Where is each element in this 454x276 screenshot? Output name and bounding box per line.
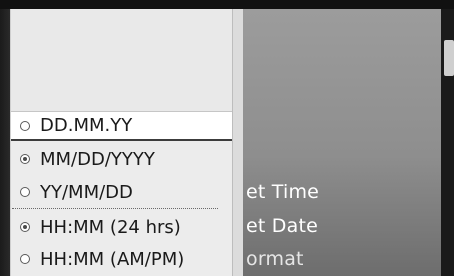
radio-filled-icon — [20, 154, 30, 164]
top-frame — [0, 0, 454, 9]
radio-empty-icon — [20, 254, 30, 264]
dropdown-item-hh-mm-ampm[interactable]: HH:MM (AM/PM) — [11, 244, 232, 274]
dropdown-item-label: DD.MM.YY — [40, 115, 133, 136]
dropdown-item-label: HH:MM (AM/PM) — [40, 248, 185, 270]
dropdown-item-label: MM/DD/YYYY — [40, 148, 155, 170]
dropdown-item-mm-dd-yyyy[interactable]: MM/DD/YYYY — [11, 144, 232, 174]
left-frame — [0, 9, 10, 276]
dropdown-scrollbar[interactable] — [232, 9, 243, 276]
dropdown-item-label: HH:MM (24 hrs) — [40, 216, 181, 238]
dropdown-item-hh-mm-24[interactable]: HH:MM (24 hrs) — [11, 212, 232, 242]
background-scrollbar-thumb[interactable] — [444, 40, 454, 76]
dropdown-item-label: YY/MM/DD — [40, 181, 133, 203]
bg-menu-item-set-time[interactable]: et Time — [246, 181, 319, 203]
bg-menu-item-set-date[interactable]: et Date — [246, 215, 318, 237]
radio-filled-icon — [20, 222, 30, 232]
dropdown-item-dd-mm-yy[interactable]: DD.MM.YY — [11, 111, 232, 141]
radio-empty-icon — [20, 120, 30, 131]
radio-empty-icon — [20, 187, 30, 197]
bg-menu-item-format[interactable]: ormat — [246, 248, 304, 270]
dropdown-separator — [12, 208, 218, 209]
dropdown-empty-area — [11, 9, 232, 111]
dropdown-item-yy-mm-dd[interactable]: YY/MM/DD — [11, 177, 232, 207]
